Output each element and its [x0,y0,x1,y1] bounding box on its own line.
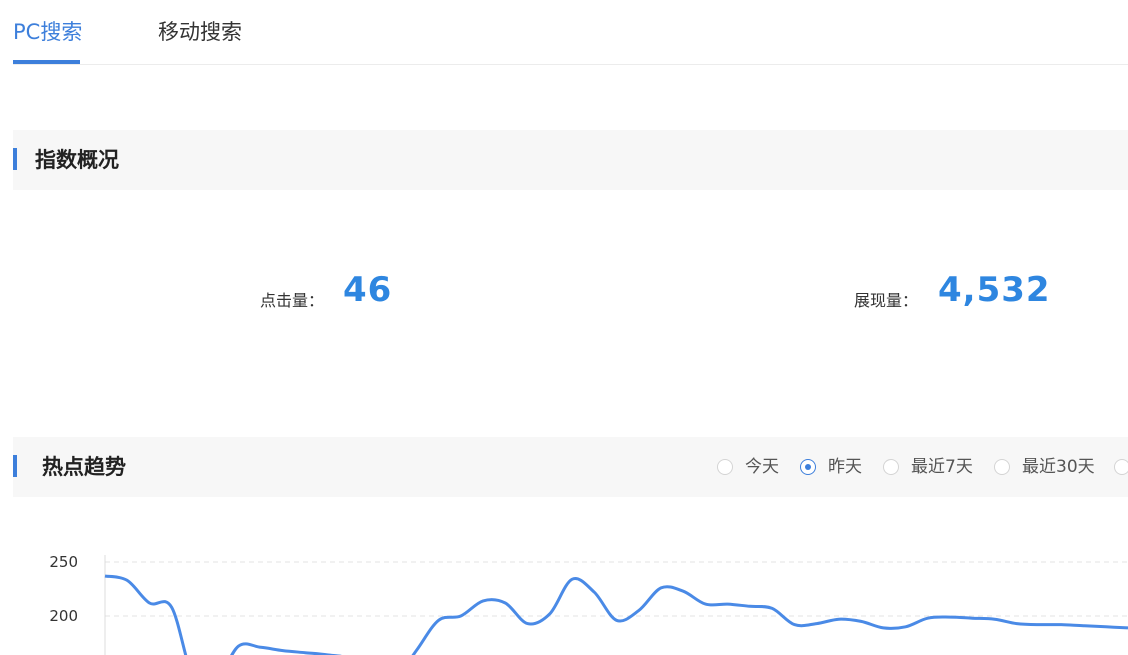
filter-today-label: 今天 [745,457,779,477]
overview-title: 指数概况 [35,148,119,172]
active-tab-underline [13,60,80,64]
radio-circle-icon [994,459,1010,475]
impressions-label: 展现量： [854,291,919,310]
section-accent-bar [13,148,17,170]
tab-mobile-search[interactable]: 移动搜索 [158,18,242,46]
clicks-value: 46 [343,270,393,310]
tab-pc-search[interactable]: PC搜索 [13,18,82,46]
radio-dot-icon [805,464,811,470]
clicks-label: 点击量： [260,291,325,310]
filter-last-30-days-label: 最近30天 [1022,457,1095,477]
radio-circle-icon [1114,459,1128,475]
trend-chart-svg: 250 200 [49,553,1128,655]
filter-yesterday-label: 昨天 [828,457,862,477]
impressions-value: 4,532 [938,270,1051,310]
y-tick-label-200: 200 [49,607,78,625]
radio-checked-icon [800,459,816,475]
radio-circle-icon [717,459,733,475]
filter-last-7-days-label: 最近7天 [911,457,973,477]
trend-title: 热点趋势 [42,455,126,479]
y-tick-label-250: 250 [49,553,78,571]
section-accent-bar [13,455,17,477]
radio-circle-icon [883,459,899,475]
search-type-tabs: PC搜索 移动搜索 [13,0,1128,65]
trend-chart: 250 200 [0,540,1128,655]
overview-section-header: 指数概况 [13,130,1128,190]
